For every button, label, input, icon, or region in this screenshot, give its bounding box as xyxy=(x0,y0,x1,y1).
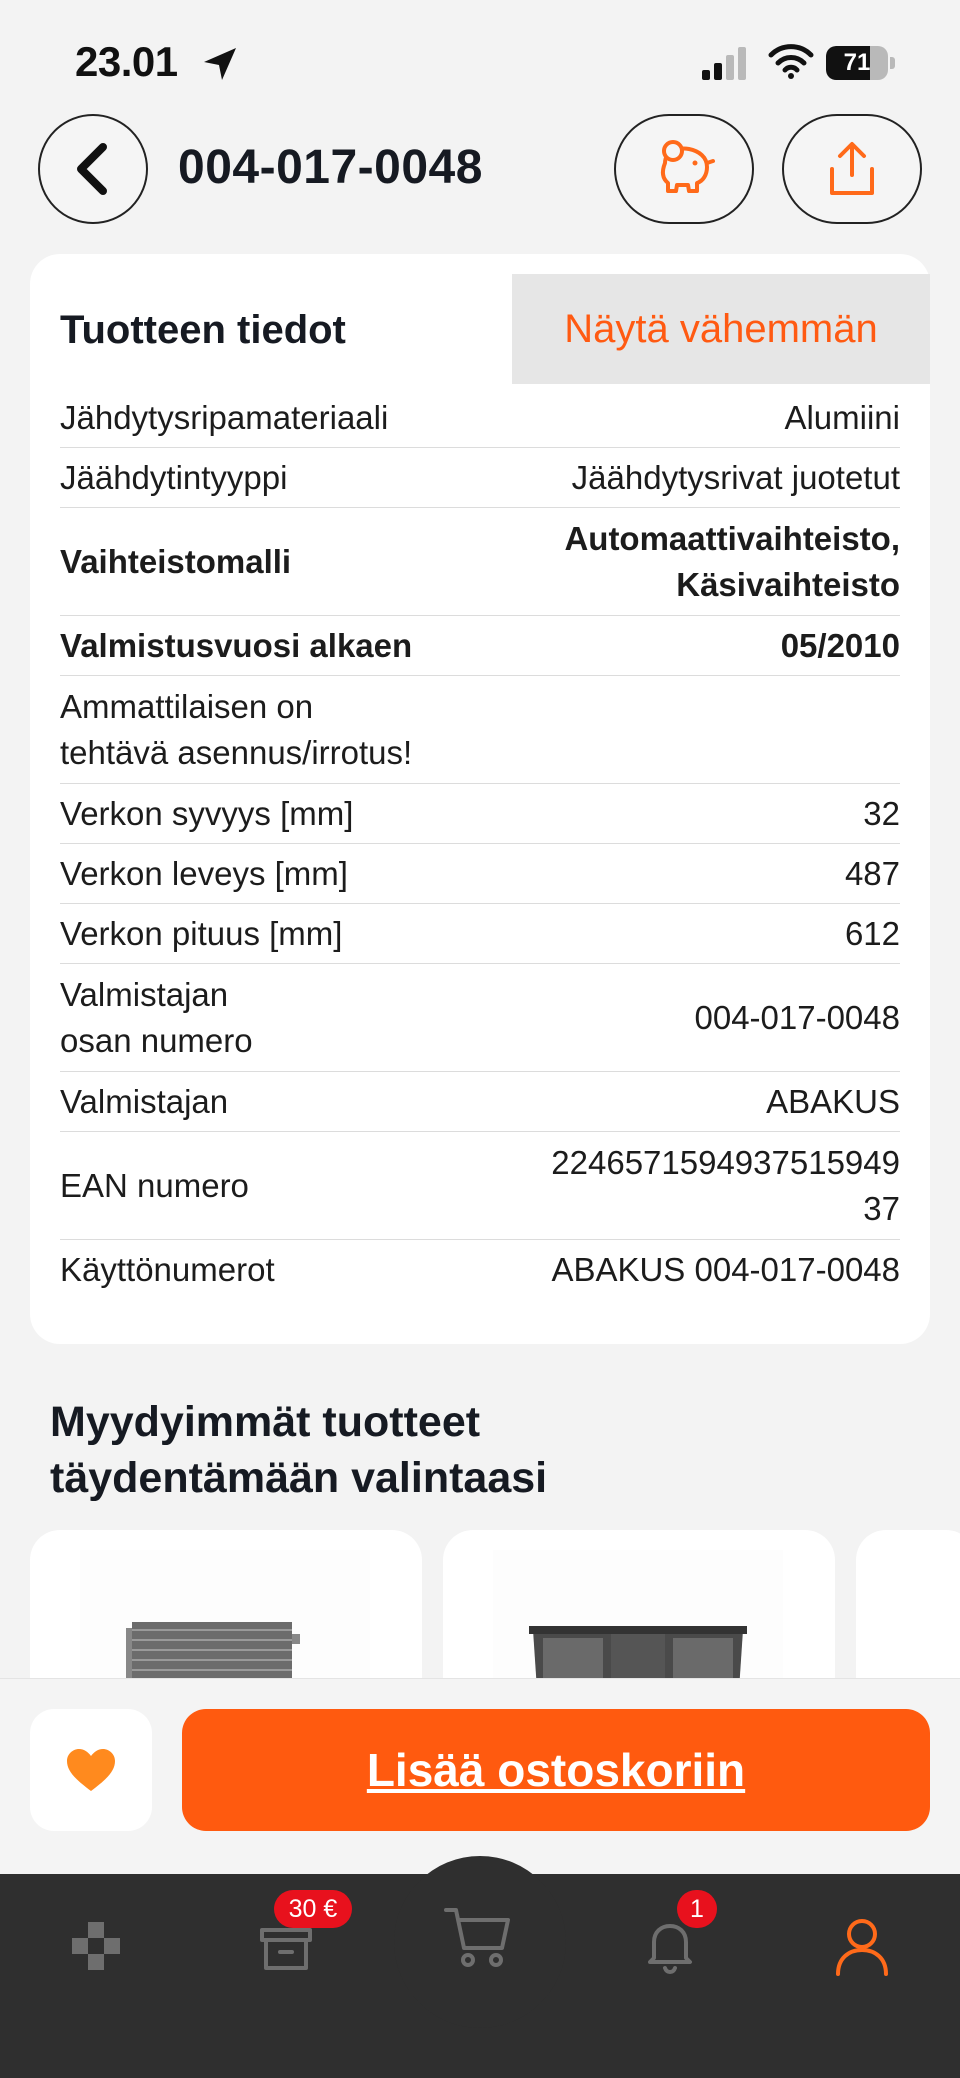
parts-home-icon xyxy=(72,1922,120,1970)
heart-icon xyxy=(67,1749,115,1791)
status-time: 23.01 xyxy=(75,38,178,85)
spec-row: Ammattilaisen on tehtävä asennus/irrotus! xyxy=(60,676,900,784)
radiator-frame-product-image xyxy=(493,1550,783,1690)
details-title: Tuotteen tiedot xyxy=(60,308,346,352)
spec-label: Valmistajan xyxy=(60,1082,229,1120)
spec-row: Jähdytysripamateriaali Alumiini xyxy=(60,388,900,448)
spec-label: Käyttönumerot xyxy=(60,1251,275,1288)
spec-row: Verkon pituus [mm] 612 xyxy=(60,904,900,964)
share-button[interactable] xyxy=(782,114,922,224)
product-details-card: Tuotteen tiedot Näytä vähemmän Jähdytysr… xyxy=(30,254,930,1344)
back-button[interactable] xyxy=(38,114,148,224)
spec-label: Jähdytysripamateriaali xyxy=(60,398,389,436)
product-card[interactable] xyxy=(443,1530,835,1690)
spec-label: Verkon leveys [mm] xyxy=(60,854,348,892)
add-to-cart-button[interactable]: Lisää ostoskoriin xyxy=(182,1709,930,1831)
spec-value: 32 xyxy=(863,794,900,832)
spec-label: Verkon pituus [mm] xyxy=(60,914,343,952)
battery-indicator: 71 xyxy=(826,46,896,80)
spec-value: ABAKUS xyxy=(766,1082,900,1120)
notifications-badge: 1 xyxy=(677,1890,717,1928)
spec-label: Valmistajan osan numero xyxy=(60,975,253,1059)
spec-value: 612 xyxy=(844,914,900,952)
spec-row: EAN numero 2246571594937515949 37 xyxy=(60,1132,900,1240)
tab-bar: 30 € 1 xyxy=(0,1856,960,2078)
header: 004-017-0048 xyxy=(0,112,960,232)
spec-value: Automaattivaihteisto, Käsivaihteisto xyxy=(564,519,900,603)
spec-label: Verkon syvyys [mm] xyxy=(60,794,354,832)
tab-profile[interactable] xyxy=(822,1906,902,1986)
profile-icon xyxy=(836,1919,888,1976)
spec-row: Vaihteistomalli Automaattivaihteisto, Käsi… xyxy=(60,508,900,616)
coins-badge: 30 € xyxy=(274,1890,352,1928)
location-arrow-icon xyxy=(204,48,236,80)
show-less-button[interactable]: Näytä vähemmän xyxy=(512,274,930,384)
spec-value: 487 xyxy=(844,854,900,892)
condenser-product-image xyxy=(80,1550,370,1690)
battery-level: 71 xyxy=(843,49,871,76)
spec-row: Valmistajan osan numero 004-017-0048 xyxy=(60,964,900,1072)
spec-row: Valmistusvuosi alkaen 05/2010 xyxy=(60,616,900,676)
savings-button[interactable] xyxy=(614,114,754,224)
spec-row: Valmistajan ABAKUS xyxy=(60,1072,900,1132)
page-title: 004-017-0048 xyxy=(178,141,483,194)
product-card[interactable] xyxy=(30,1530,422,1690)
spec-value: 004-017-0048 xyxy=(694,998,900,1036)
product-card[interactable] xyxy=(856,1530,960,1690)
tab-home[interactable] xyxy=(56,1906,136,1986)
tab-cart[interactable] xyxy=(438,1896,518,1976)
spec-label: Vaihteistomalli xyxy=(60,542,292,580)
spec-row: Verkon syvyys [mm] 32 xyxy=(60,784,900,844)
cellular-signal-icon xyxy=(702,47,746,80)
chevron-left-icon xyxy=(77,143,107,195)
status-bar: 23.01 71 xyxy=(0,0,960,120)
favorite-button[interactable] xyxy=(30,1709,152,1831)
spec-row: Käyttönumerot ABAKUS 004-017-0048 xyxy=(60,1240,900,1300)
spec-value: Jäähdytysrivat juotetut xyxy=(571,458,900,496)
piggy-bank-icon xyxy=(660,140,715,193)
spec-label: Valmistusvuosi alkaen xyxy=(60,626,413,664)
cart-icon xyxy=(444,1908,510,1967)
spec-value: Alumiini xyxy=(784,398,900,436)
spec-value: 05/2010 xyxy=(780,626,900,664)
share-icon xyxy=(830,142,874,195)
spec-label: Ammattilaisen on tehtävä asennus/irrotus! xyxy=(60,687,413,771)
spec-value: 2246571594937515949 37 xyxy=(551,1143,900,1227)
spec-label: Jäähdytintyyppi xyxy=(60,458,288,496)
spec-value: ABAKUS 004-017-0048 xyxy=(551,1251,900,1288)
bestsellers-title: Myydyimmät tuotteet täydentämään valintaa… xyxy=(50,1398,548,1502)
spec-row: Verkon leveys [mm] 487 xyxy=(60,844,900,904)
spec-list: Jähdytysripamateriaali Alumiini Jäähdytint… xyxy=(60,388,900,1300)
spec-row: Jäähdytintyyppi Jäähdytysrivat juotetut xyxy=(60,448,900,508)
wifi-icon xyxy=(768,44,814,79)
action-bar: Lisää ostoskoriin xyxy=(0,1678,960,1874)
spec-label: EAN numero xyxy=(60,1166,249,1204)
